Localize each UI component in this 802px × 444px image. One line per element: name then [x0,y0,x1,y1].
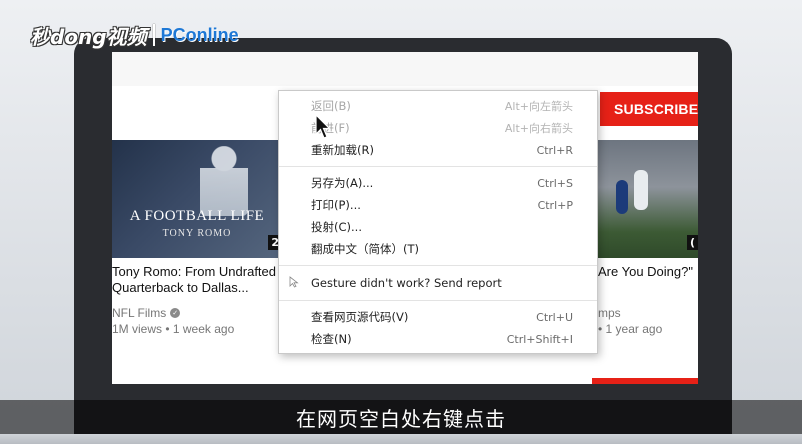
menu-divider [279,166,597,167]
laptop-base [0,434,802,444]
thumbnail-title: A FOOTBALL LIFE [129,208,265,224]
menu-item-reload[interactable]: 重新加载(R) Ctrl+R [279,139,597,161]
watermark-logo: 秒dong视频 PConline [30,22,239,49]
menu-label: 重新加载(R) [311,143,374,157]
subscribe-button-partial[interactable] [592,378,698,384]
menu-item-save-as[interactable]: 另存为(A)... Ctrl+S [279,172,597,194]
menu-label: 翻成中文（简体）(T) [311,242,419,256]
video-meta: • 1 year ago [598,322,663,336]
player-image [200,146,248,216]
channel-label: NFL Films [112,306,167,320]
thumbnail-subtitle: TONY ROMO [162,228,232,239]
menu-shortcut: Alt+向右箭头 [504,122,573,135]
channel-name[interactable]: mps [598,306,621,320]
menu-label: 另存为(A)... [311,176,374,190]
menu-item-translate[interactable]: 翻成中文（简体）(T) [279,238,597,260]
duration-badge: ( [686,235,698,250]
video-thumbnail-tony-romo[interactable]: A FOOTBALL LIFE TONY ROMO 2 [112,140,282,258]
menu-label: 查看网页源代码(V) [311,310,409,324]
menu-label: Gesture didn't work? Send report [311,276,502,290]
video-thumbnail-football[interactable]: ( [598,140,698,258]
subscribe-button[interactable]: SUBSCRIBE 2 [600,92,698,126]
menu-item-cast[interactable]: 投射(C)... [279,216,597,238]
menu-label: 打印(P)... [311,198,361,212]
mouse-pointer-icon [315,114,331,139]
menu-label: 检查(N) [311,332,352,346]
menu-item-gesture-report[interactable]: Gesture didn't work? Send report [279,271,597,295]
video-meta: 1M views • 1 week ago [112,322,235,336]
brand-divider [152,24,155,46]
menu-shortcut: Ctrl+Shift+I [506,332,573,346]
cursor-icon [289,276,299,288]
menu-shortcut: Ctrl+U [536,310,573,324]
menu-divider [279,300,597,301]
partner-logo: PConline [160,24,239,45]
menu-shortcut: Alt+向左箭头 [504,100,573,113]
menu-shortcut: Ctrl+S [537,176,573,190]
menu-shortcut: Ctrl+P [537,198,573,212]
brand-logo: 秒dong视频 [30,24,147,49]
page-top-bar [112,52,698,86]
menu-divider [279,265,597,266]
menu-item-view-source[interactable]: 查看网页源代码(V) Ctrl+U [279,306,597,328]
menu-item-print[interactable]: 打印(P)... Ctrl+P [279,194,597,216]
channel-name[interactable]: NFL Films ✓ [112,306,181,320]
menu-label: 返回(B) [311,99,351,113]
verified-icon: ✓ [170,308,181,318]
video-title[interactable]: Tony Romo: From Undrafted Quarterback to… [112,264,280,296]
player-figure [634,170,648,210]
video-title[interactable]: Are You Doing?" [598,264,698,280]
menu-shortcut: Ctrl+R [536,143,573,157]
subtitle-caption: 在网页空白处右键点击 [296,406,506,431]
player-figure [616,180,628,214]
menu-item-inspect[interactable]: 检查(N) Ctrl+Shift+I [279,328,597,350]
menu-label: 投射(C)... [311,220,362,234]
